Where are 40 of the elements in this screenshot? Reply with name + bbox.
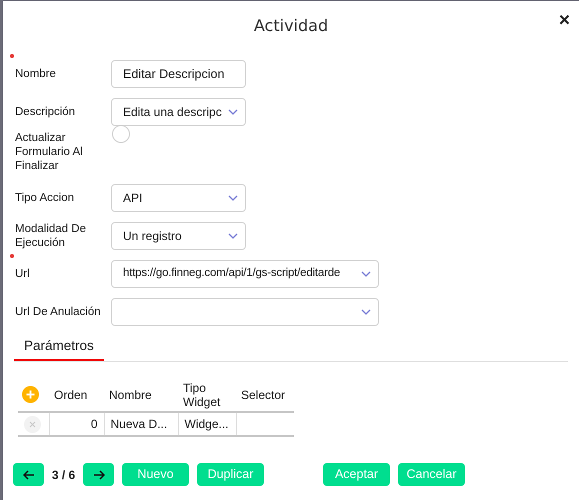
select-field[interactable]: API xyxy=(111,184,246,212)
page-counter: 3 / 6 xyxy=(50,466,76,484)
add-icon[interactable] xyxy=(22,386,39,403)
field-label: Descripción xyxy=(14,105,76,119)
delete-icon[interactable] xyxy=(24,416,41,432)
text-field[interactable]: Editar Descripcion xyxy=(111,60,246,88)
field-label: Modalidad De Ejecución xyxy=(14,222,87,250)
select-value: Un registro xyxy=(123,228,183,245)
close-button[interactable]: × xyxy=(558,11,570,30)
field-label: Actualizar Formulario Al Finalizar xyxy=(14,131,84,173)
column-header: Tipo Widget xyxy=(183,380,222,408)
field-label: Nombre xyxy=(14,67,57,81)
field-label: Url xyxy=(14,267,31,281)
arrow-right-icon xyxy=(92,470,104,480)
select-field[interactable]: Un registro xyxy=(111,222,246,250)
dialog-title: Actividad xyxy=(254,14,328,36)
chevron-down-icon xyxy=(228,195,238,201)
arrow-left-icon xyxy=(22,470,34,480)
select-field[interactable]: https://go.finneg.com/api/1/gs-script/editarde xyxy=(111,260,379,288)
previous-button[interactable] xyxy=(13,463,44,486)
radio-toggle[interactable] xyxy=(112,125,130,143)
column-header: Nombre xyxy=(109,388,153,402)
field-label: Tipo Accion xyxy=(14,191,76,205)
chevron-down-icon xyxy=(361,309,371,315)
select-field[interactable]: Edita una descripc xyxy=(111,98,246,126)
chevron-down-icon xyxy=(361,271,371,277)
column-header: Orden xyxy=(54,388,88,402)
table-cell: 0 xyxy=(90,417,98,431)
select-field[interactable] xyxy=(111,298,379,326)
table-cell: Widge... xyxy=(184,417,229,431)
chevron-down-icon xyxy=(228,233,238,239)
table-cell: Nueva D... xyxy=(110,417,168,431)
next-button[interactable] xyxy=(83,463,114,486)
column-header: Selector xyxy=(241,388,286,402)
select-value: API xyxy=(123,190,144,207)
chevron-down-icon xyxy=(228,109,238,115)
field-label: Url De Anulación xyxy=(14,305,102,319)
select-value: https://go.finneg.com/api/1/gs-script/editarde xyxy=(123,266,342,282)
select-value: Edita una descripc xyxy=(123,104,223,121)
tab[interactable]: Parámetros xyxy=(14,333,104,361)
